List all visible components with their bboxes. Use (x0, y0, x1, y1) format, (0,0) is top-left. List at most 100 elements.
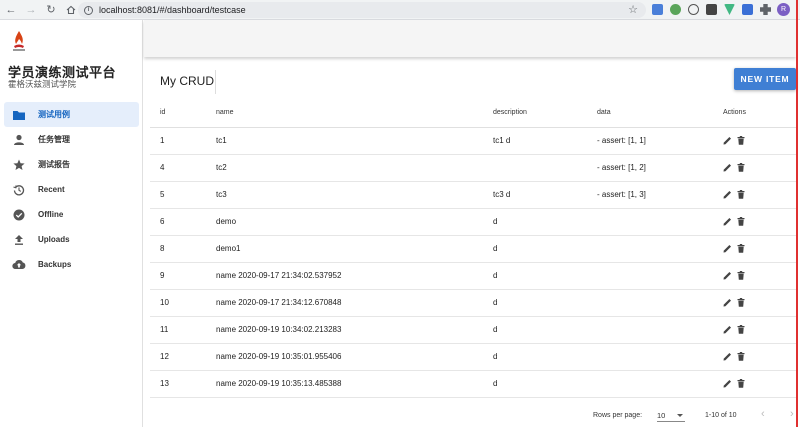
delete-trash-icon[interactable] (737, 136, 746, 145)
rows-per-page-select[interactable]: 10 (657, 408, 685, 422)
sidebar-item-uploads[interactable]: Uploads (4, 227, 139, 252)
back-icon[interactable]: ← (2, 1, 20, 19)
edit-pencil-icon[interactable] (723, 244, 732, 253)
table-footer: Rows per page: 10 1-10 of 10 ‹ › (150, 403, 796, 427)
cell-id: 12 (150, 343, 216, 371)
column-header-data[interactable]: data (597, 99, 723, 128)
cell-description: d (493, 235, 597, 263)
cell-name: name 2020-09-19 10:35:13.485388 (216, 370, 493, 398)
extensions-puzzle-icon[interactable] (760, 4, 771, 15)
sidebar-item-label: 任务管理 (38, 135, 70, 144)
sidebar-item-offline[interactable]: Offline (4, 202, 139, 227)
history-icon (12, 183, 26, 197)
cell-actions (723, 343, 796, 371)
edit-pencil-icon[interactable] (723, 190, 732, 199)
testcase-table: id name description data Actions 1 tc1 tc1… (150, 99, 796, 398)
forward-icon[interactable]: → (22, 1, 40, 19)
column-header-description[interactable]: description (493, 99, 597, 128)
translate-extension-icon[interactable] (652, 4, 663, 15)
extension-green-icon[interactable] (670, 4, 681, 15)
bookmark-star-icon[interactable]: ☆ (628, 3, 638, 16)
address-bar[interactable]: i localhost:8081/#/dashboard/testcase ☆ (78, 2, 646, 18)
cell-data: - assert: [1, 3] (597, 181, 723, 209)
table-row: 12 name 2020-09-19 10:35:01.955406 d (150, 343, 796, 371)
cell-actions (723, 316, 796, 344)
previous-page-icon[interactable]: ‹ (761, 408, 765, 420)
sidebar-item-backups[interactable]: Backups (4, 252, 139, 277)
sidebar-item-label: Recent (38, 185, 65, 194)
cell-description (493, 154, 597, 182)
new-item-button[interactable]: NEW ITEM (734, 68, 796, 90)
cell-actions (723, 208, 796, 236)
star-icon (12, 158, 26, 172)
column-header-name[interactable]: name (216, 99, 493, 128)
cell-actions (723, 181, 796, 209)
edit-pencil-icon[interactable] (723, 217, 732, 226)
site-info-icon[interactable]: i (84, 5, 93, 15)
edit-pencil-icon[interactable] (723, 136, 732, 145)
cell-name: tc3 (216, 181, 493, 209)
cell-actions (723, 127, 796, 155)
cell-actions (723, 289, 796, 317)
edit-pencil-icon[interactable] (723, 163, 732, 172)
next-page-icon[interactable]: › (790, 408, 794, 420)
edit-pencil-icon[interactable] (723, 271, 732, 280)
cell-name: demo1 (216, 235, 493, 263)
cell-actions (723, 235, 796, 263)
cell-data: - assert: [1, 1] (597, 127, 723, 155)
cell-name: name 2020-09-19 10:34:02.213283 (216, 316, 493, 344)
delete-trash-icon[interactable] (737, 244, 746, 253)
delete-trash-icon[interactable] (737, 271, 746, 280)
window-edge-line (796, 0, 798, 427)
extension-blue-icon[interactable] (742, 4, 753, 15)
column-header-id[interactable]: id (150, 99, 216, 128)
upload-icon (12, 233, 26, 247)
crud-card: My CRUD NEW ITEM id name description dat… (150, 62, 796, 427)
delete-trash-icon[interactable] (737, 163, 746, 172)
rows-per-page-label: Rows per page: (593, 412, 643, 419)
delete-trash-icon[interactable] (737, 298, 746, 307)
sidebar-item-label: 测试报告 (38, 160, 70, 169)
table-row: 8 demo1 d (150, 235, 796, 263)
url-text: localhost:8081/#/dashboard/testcase (99, 5, 246, 15)
cell-name: tc2 (216, 154, 493, 182)
reload-icon[interactable]: ↻ (42, 1, 60, 19)
cell-data (597, 235, 723, 263)
extension-qr-icon[interactable] (706, 4, 717, 15)
sidebar-item-tasks[interactable]: 任务管理 (4, 127, 139, 152)
vue-devtools-icon[interactable] (724, 4, 735, 15)
account-icon (12, 133, 26, 147)
table-row: 4 tc2 - assert: [1, 2] (150, 154, 796, 182)
profile-avatar[interactable]: R (777, 3, 790, 16)
cell-name: name 2020-09-17 21:34:02.537952 (216, 262, 493, 290)
sidebar-item-recent[interactable]: Recent (4, 177, 139, 202)
edit-pencil-icon[interactable] (723, 298, 732, 307)
delete-trash-icon[interactable] (737, 190, 746, 199)
extension-circle-icon[interactable] (688, 4, 699, 15)
cell-description: d (493, 370, 597, 398)
cell-id: 5 (150, 181, 216, 209)
sidebar-item-label: Offline (38, 210, 64, 219)
delete-trash-icon[interactable] (737, 379, 746, 388)
edit-pencil-icon[interactable] (723, 325, 732, 334)
edit-pencil-icon[interactable] (723, 352, 732, 361)
sidebar-item-label: Backups (38, 260, 72, 269)
table-row: 1 tc1 tc1 d- assert: [1, 1] (150, 127, 796, 155)
sidebar-item-testcases[interactable]: 测试用例 (4, 102, 139, 127)
edit-pencil-icon[interactable] (723, 379, 732, 388)
table-row: 6 demo d (150, 208, 796, 236)
cell-id: 10 (150, 289, 216, 317)
table-row: 11 name 2020-09-19 10:34:02.213283 d (150, 316, 796, 344)
delete-trash-icon[interactable] (737, 352, 746, 361)
cell-description: d (493, 262, 597, 290)
cell-description: tc1 d (493, 127, 597, 155)
cell-id: 1 (150, 127, 216, 155)
sidebar-item-label: 测试用例 (38, 110, 70, 119)
cell-data (597, 316, 723, 344)
sidebar-item-reports[interactable]: 测试报告 (4, 152, 139, 177)
cell-id: 4 (150, 154, 216, 182)
delete-trash-icon[interactable] (737, 217, 746, 226)
sidebar-menu: 测试用例 任务管理 测试报告 Recent Offline Uploads Ba… (0, 102, 143, 277)
sidebar: 学员演练测试平台 霍格沃兹测试学院 测试用例 任务管理 测试报告 Recent (0, 20, 143, 427)
delete-trash-icon[interactable] (737, 325, 746, 334)
